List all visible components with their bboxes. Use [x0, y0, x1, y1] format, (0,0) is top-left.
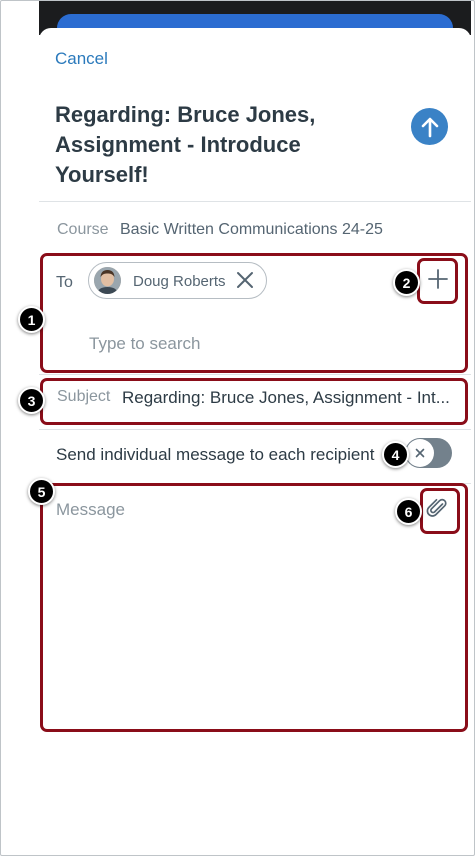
course-label: Course — [57, 221, 109, 238]
divider — [39, 374, 471, 375]
screenshot-frame: Cancel Regarding: Bruce Jones, Assignmen… — [0, 0, 475, 856]
individual-message-toggle[interactable] — [405, 438, 452, 468]
close-icon — [415, 448, 425, 458]
callout-badge-6: 6 — [395, 498, 422, 525]
callout-badge-1: 1 — [18, 306, 45, 333]
callout-box-subject — [40, 378, 468, 425]
callout-badge-5: 5 — [28, 478, 55, 505]
toggle-knob — [406, 439, 434, 467]
divider — [39, 429, 471, 430]
arrow-up-icon — [421, 117, 438, 137]
cancel-button[interactable]: Cancel — [55, 49, 108, 69]
callout-badge-2: 2 — [393, 269, 420, 296]
message-title: Regarding: Bruce Jones, Assignment - Int… — [55, 102, 316, 187]
individual-message-label: Send individual message to each recipien… — [56, 445, 375, 464]
callout-box-add-recipient — [417, 258, 458, 304]
callout-badge-3: 3 — [18, 387, 45, 414]
course-name: Basic Written Communications 24-25 — [120, 221, 383, 238]
callout-badge-4: 4 — [382, 441, 409, 468]
divider — [39, 201, 471, 202]
send-button[interactable] — [411, 108, 448, 145]
callout-box-attach — [420, 488, 460, 534]
